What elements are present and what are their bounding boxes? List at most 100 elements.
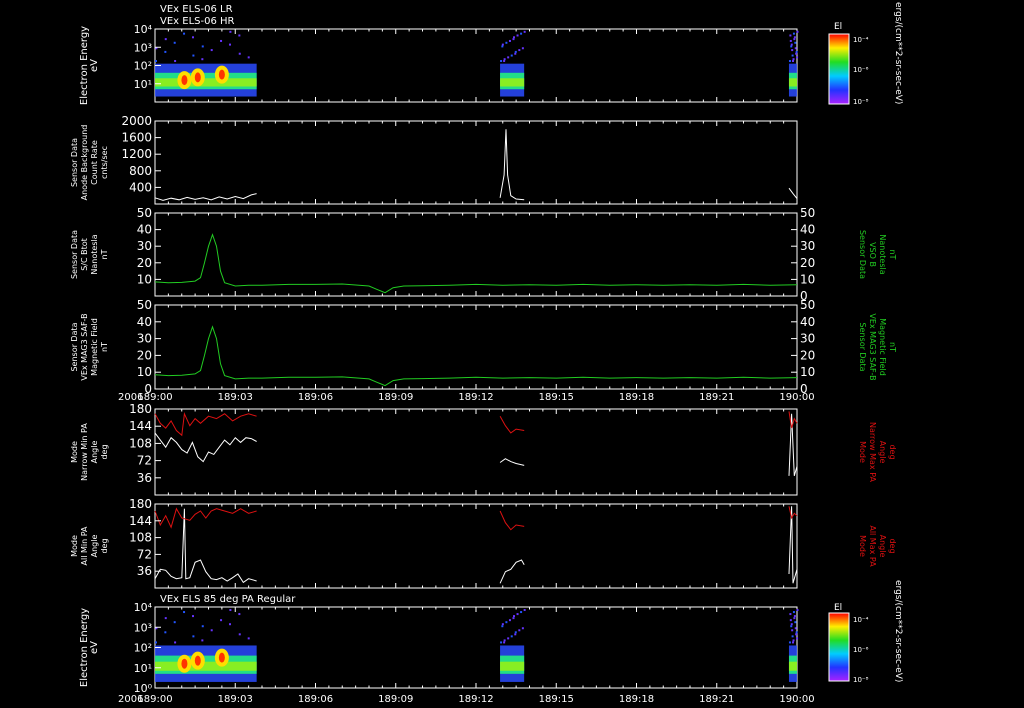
spectrogram-noise-6-2-16 [795, 633, 798, 636]
time-axis-bottom: 2006 189:00 189:03 189:06 189:09 189:12 189:1… [118, 694, 815, 705]
spectrogram-noise-6-1-8 [507, 637, 510, 640]
spectrogram-noise-0-0-2 [229, 43, 231, 46]
spectrogram-peak-0-2 [788, 78, 797, 87]
time-tick-label-8: 190:00 [779, 392, 814, 403]
colorbar-top: El 10⁻⁴ 10⁻⁶ 10⁻⁸ ergs/(cm**2-sr-sec-eV) [828, 2, 903, 106]
right-ylabel-2-0: Sensor Data [858, 230, 867, 279]
spectrogram-noise-6-1-11 [521, 627, 524, 630]
spectrogram-noise-6-0-9 [183, 611, 186, 614]
spectrogram-noise-0-2-10 [789, 39, 792, 42]
colorbar-bottom-gradient [828, 612, 850, 682]
spectrogram-noise-6-1-9 [520, 611, 523, 614]
spectrogram-noise-6-1-6 [505, 621, 508, 624]
spectrogram-noise-6-2-7 [791, 629, 794, 632]
spectrogram-noise-0-0-9 [183, 32, 186, 35]
left-ytick-label-5-1: 144 [129, 514, 152, 528]
left-ytick-label-2-3: 20 [137, 256, 152, 270]
spectrogram-noise-6-0-4 [201, 639, 204, 642]
spectrogram-noise-6-0-2 [229, 623, 231, 626]
colorbar-bottom-units: ergs/(cm**2-sr-sec-eV) [893, 580, 903, 682]
spectrogram-noise-6-0-15 [201, 625, 204, 628]
series-line-5-0-0 [154, 508, 257, 584]
spectrogram-noise-0-2-4 [792, 58, 795, 61]
spectrogram-noise-0-1-7 [518, 49, 521, 52]
spectrogram-noise-6-2-10 [789, 619, 792, 622]
spectrogram-noise-6-0-16 [238, 633, 241, 636]
spectrogram-noise-6-0-1 [192, 615, 194, 618]
spectrogram-noise-0-2-0 [788, 60, 791, 63]
spectrogram-noise-6-1-4 [503, 639, 506, 642]
spectrogram-noise-0-2-6 [794, 41, 797, 44]
ytick-label-6-3: 10¹ [134, 662, 152, 675]
panel-frame-1 [154, 120, 798, 205]
spectrogram-noise-0-1-12 [510, 54, 513, 57]
right-ytick-label-3-4: 10 [800, 365, 815, 379]
right-ylabel-3-0: Sensor Data [858, 322, 867, 371]
left-ytick-label-1-3: 800 [129, 164, 152, 178]
panel-frame-2 [154, 212, 798, 297]
spectrogram-noise-0-2-2 [790, 43, 793, 46]
series-line-2-0-0 [154, 233, 798, 294]
left-ytick-label-4-3: 72 [137, 454, 152, 468]
anode-background-panel: 2000 1600 1200 800 400 Sensor Data Anode Backg… [70, 114, 798, 205]
spectrogram-noise-6-1-10 [508, 619, 511, 622]
ytick-label-6-1: 10³ [134, 621, 152, 634]
title-hr: VEx ELS-06 HR [160, 16, 235, 27]
right-ylabel-4-3: deg [888, 444, 897, 459]
colorbar-top-tick-1: 10⁻⁴ [853, 36, 869, 44]
spectrogram-noise-0-1-15 [501, 45, 504, 48]
series-line-4-1-2 [788, 411, 798, 429]
spectrogram-hotcore-0-2 [181, 75, 188, 86]
right-ylabel-3-1: VEx MAG3 SAF-B [868, 313, 877, 380]
right-ytick-label-3-1: 40 [800, 315, 815, 329]
spectrogram-noise-0-0-16 [238, 52, 241, 55]
left-ytick-label-5-4: 36 [137, 564, 152, 578]
left-ylabel-4-3: deg [100, 444, 109, 459]
series-line-4-1-0 [154, 411, 257, 437]
right-ylabel-3-3: nT [888, 342, 897, 352]
spectrogram-noise-0-0-14 [164, 38, 167, 41]
spectrogram-noise-0-0-15 [201, 45, 204, 48]
spectrogram-noise-6-2-9 [792, 611, 795, 614]
spectrogram-noise-0-2-13 [796, 30, 799, 33]
spectrogram-noise-6-2-4 [792, 639, 795, 642]
time-tick-label-2: 189:06 [298, 694, 333, 705]
spectrogram-noise-6-1-1 [513, 615, 515, 618]
spectrogram-noise-6-0-12 [192, 635, 195, 638]
ytick-label-0-2: 10² [134, 60, 152, 73]
left-ylabel-1-0: Sensor Data [70, 138, 79, 187]
sc-bmag-panel: 504030201050403020100Sensor Data S/C Btot… [70, 206, 897, 303]
left-ytick-label-3-4: 10 [137, 365, 152, 379]
left-ylabel-5-0: Mode [70, 535, 79, 557]
series-line-3-0-0 [154, 325, 798, 387]
spectrogram-noise-0-1-11 [521, 47, 524, 50]
left-ylabel-5-2: Angle [90, 535, 99, 558]
spectrogram-noise-6-2-1 [793, 615, 796, 618]
left-ylabel-6-1: eV [89, 641, 100, 654]
time-tick-label-2: 189:06 [298, 392, 333, 403]
spectrogram-noise-0-1-8 [507, 56, 510, 59]
spectrogram-noise-0-1-3 [514, 50, 517, 53]
left-ylabel-0-1: eV [89, 59, 100, 72]
time-tick-label-5: 189:15 [539, 392, 574, 403]
title-lr: VEx ELS-06 LR [160, 4, 233, 15]
spectrogram-noise-6-2-17 [792, 641, 795, 644]
spectrogram-hotcore-6-0 [194, 655, 201, 666]
colorbar-bottom-tick-1: 10⁻⁴ [853, 616, 869, 624]
spectrogram-noise-0-2-16 [795, 52, 798, 55]
time-tick-label-4: 189:12 [458, 694, 493, 705]
spectrogram-noise-0-0-12 [192, 54, 195, 57]
series-line-4-1-1 [499, 415, 525, 434]
left-ytick-label-4-1: 144 [129, 419, 152, 433]
right-ylabel-2-3: nT [888, 250, 897, 260]
spectrogram-noise-6-0-17 [174, 641, 177, 644]
left-ylabel-3-0: Sensor Data [70, 322, 79, 371]
time-axis-middle: 2006 189:00 189:03 189:06 189:09 189:12 189:1… [118, 392, 815, 403]
left-ytick-label-1-1: 1600 [121, 131, 152, 145]
spectrogram-noise-0-1-16 [514, 52, 517, 55]
panel-frame-4 [154, 408, 798, 496]
spectrogram-noise-6-0-5 [238, 613, 241, 616]
all-pa-panel: 1801441087236Mode All Min PA Angle deg Mode A… [70, 497, 897, 589]
ytick-label-0-3: 10¹ [134, 78, 152, 91]
time-tick-label-0: 189:00 [137, 392, 172, 403]
